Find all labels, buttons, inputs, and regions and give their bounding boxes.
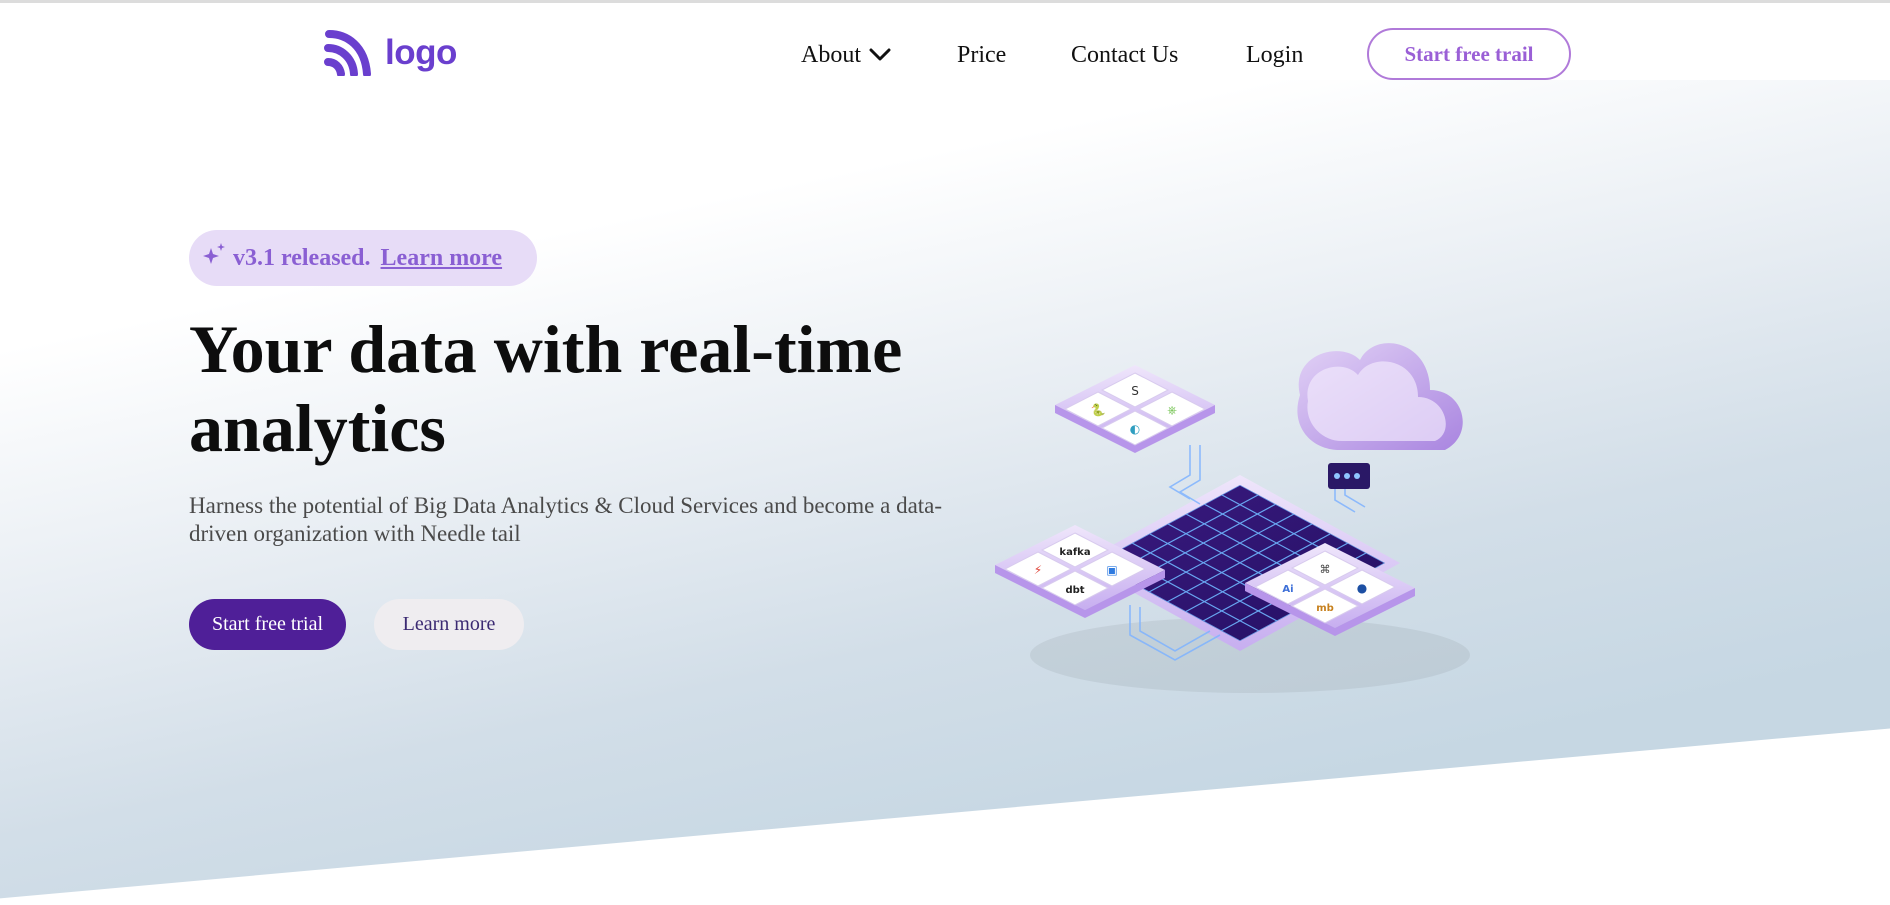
chevron-down-icon (869, 48, 891, 61)
release-badge: v3.1 released. Learn more (189, 230, 537, 286)
learn-more-button[interactable]: Learn more (374, 599, 524, 650)
tile-logo-4: ◐ (1130, 422, 1140, 436)
tile-logo-11: Ai (1282, 584, 1293, 595)
start-free-trial-button[interactable]: Start free trial (189, 599, 346, 650)
headline-line-2: analytics (189, 390, 446, 466)
tile-logo-2: 🐍 (1091, 403, 1106, 417)
tile-logo-8: dbt (1065, 585, 1084, 596)
server-icon (1328, 463, 1370, 489)
cloud-shape (1297, 343, 1463, 450)
tile-group-top-left: S 🐍 ⎈ ◐ (1055, 365, 1215, 453)
tile-logo-6: ▣ (1106, 563, 1117, 577)
tile-logo-7: ⚡ (1034, 563, 1042, 577)
nav-item-login[interactable]: Login (1246, 40, 1303, 70)
tile-logo-10: ● (1357, 581, 1367, 595)
headline-line-1: Your data with real-time (189, 311, 903, 387)
top-divider (0, 0, 1890, 3)
nav-item-price[interactable]: Price (957, 40, 1006, 70)
tile-logo-9: ⌘ (1320, 563, 1331, 576)
nav-item-about[interactable]: About (801, 40, 891, 70)
start-free-trail-button[interactable]: Start free trail (1367, 28, 1571, 80)
hero-subtext: Harness the potential of Big Data Analyt… (189, 493, 943, 546)
main-nav: About Price Contact Us Login Start free … (0, 26, 1890, 86)
tile-logo-12: mb (1316, 603, 1334, 614)
release-learn-more-link[interactable]: Learn more (381, 245, 503, 272)
hero-headline: Your data with real-time analytics (189, 310, 989, 468)
nav-item-contact-label: Contact Us (1071, 42, 1179, 68)
tile-logo-5: kafka (1059, 547, 1090, 558)
nav-item-about-label: About (801, 42, 861, 68)
nav-item-login-label: Login (1246, 42, 1304, 68)
release-text: v3.1 released. (233, 244, 371, 271)
tile-logo-1: S (1131, 384, 1139, 398)
data-platform-illustration: S 🐍 ⎈ ◐ kafka ▣ ⚡ dbt ⌘ ● Ai mb (995, 343, 1470, 693)
sparkle-icon (203, 243, 225, 264)
nav-item-price-label: Price (957, 42, 1007, 68)
nav-item-contact[interactable]: Contact Us (1071, 40, 1178, 70)
tile-logo-3: ⎈ (1167, 403, 1177, 417)
